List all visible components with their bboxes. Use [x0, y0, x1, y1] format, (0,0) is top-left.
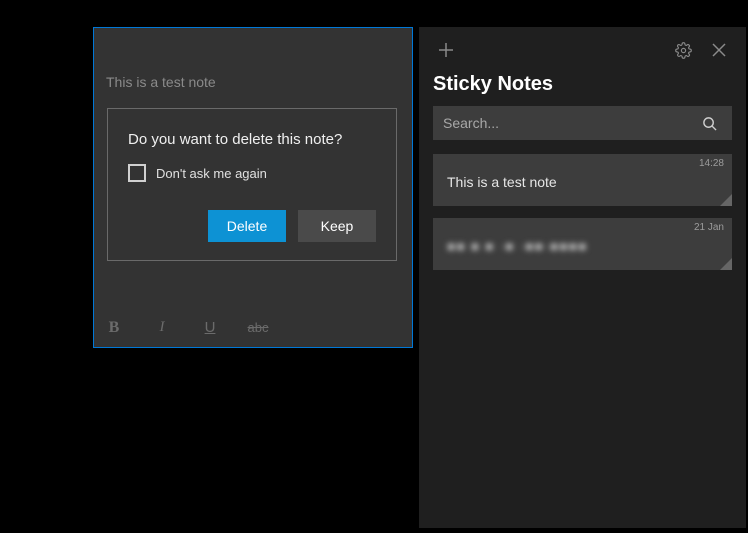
dont-ask-row[interactable]: Don't ask me again — [128, 164, 376, 182]
delete-button[interactable]: Delete — [208, 210, 286, 242]
bullet-list-button[interactable] — [294, 316, 318, 340]
note-timestamp: 14:28 — [699, 158, 724, 169]
new-note-button[interactable] — [433, 37, 459, 63]
italic-button[interactable]: I — [150, 316, 174, 340]
close-panel-button[interactable] — [706, 37, 732, 63]
strikethrough-button[interactable]: abc — [246, 316, 270, 340]
search-icon — [702, 116, 717, 131]
bold-button[interactable]: B — [102, 316, 126, 340]
keep-button[interactable]: Keep — [298, 210, 376, 242]
notes-list: 14:28 This is a test note 21 Jan ■■ ■ ■ … — [433, 154, 732, 270]
note-list-item[interactable]: 21 Jan ■■ ■ ■ ·■ ·■■·■■■■ — [433, 218, 732, 270]
panel-title: Sticky Notes — [433, 73, 732, 96]
underline-button[interactable]: U — [198, 316, 222, 340]
note-preview-text: This is a test note — [447, 174, 718, 190]
dont-ask-checkbox[interactable] — [128, 164, 146, 182]
note-list-item[interactable]: 14:28 This is a test note — [433, 154, 732, 206]
plus-icon — [438, 42, 454, 58]
dont-ask-label: Don't ask me again — [156, 166, 267, 181]
note-fold-corner-icon — [720, 194, 732, 206]
search-input[interactable] — [443, 115, 696, 131]
note-preview-text: ■■ ■ ■ ·■ ·■■·■■■■ — [447, 238, 718, 254]
dialog-button-row: Delete Keep — [128, 210, 376, 242]
note-content-text: This is a test note — [106, 74, 216, 90]
settings-button[interactable] — [670, 37, 696, 63]
gear-icon — [675, 42, 692, 59]
search-box[interactable] — [433, 106, 732, 140]
note-timestamp: 21 Jan — [694, 222, 724, 233]
sticky-notes-panel: Sticky Notes 14:28 This is a test note 2… — [419, 27, 746, 528]
close-icon — [712, 43, 726, 57]
note-format-toolbar: B I U abc — [94, 307, 412, 347]
note-fold-corner-icon — [720, 258, 732, 270]
delete-note-dialog: Do you want to delete this note? Don't a… — [107, 108, 397, 261]
list-icon — [298, 322, 314, 334]
search-button[interactable] — [696, 110, 722, 136]
dialog-title: Do you want to delete this note? — [128, 131, 376, 148]
panel-top-bar — [433, 33, 732, 67]
